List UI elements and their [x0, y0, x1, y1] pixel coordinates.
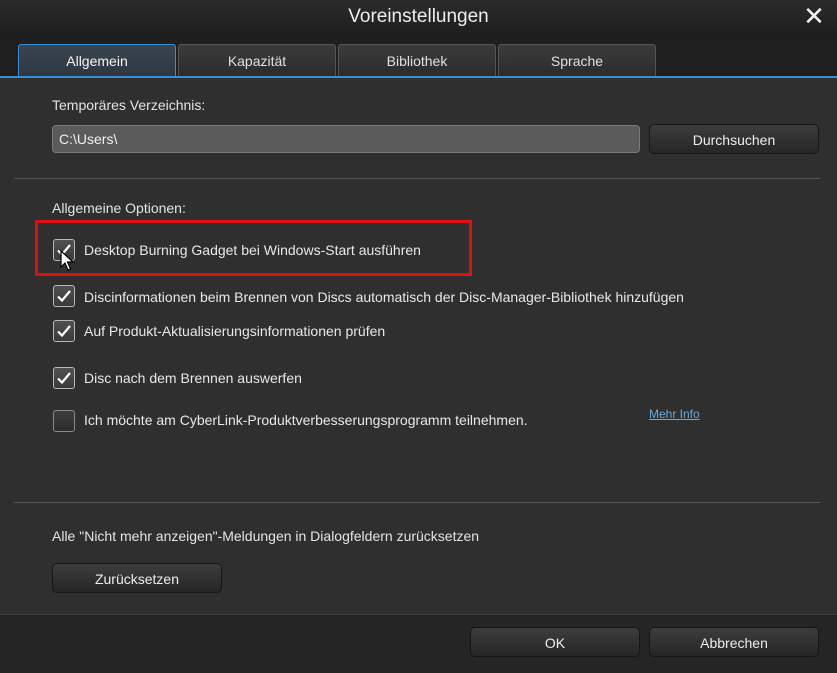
option-label-desktop-gadget: Desktop Burning Gadget bei Windows-Start… — [84, 242, 421, 258]
mouse-cursor-icon — [60, 250, 75, 271]
checkbox-disc-info[interactable] — [53, 285, 75, 307]
tab-bibliothek[interactable]: Bibliothek — [338, 44, 496, 76]
tab-allgemein[interactable]: Allgemein — [18, 44, 176, 76]
tab-sprache[interactable]: Sprache — [498, 44, 656, 76]
title-bar: Voreinstellungen ✕ — [0, 0, 837, 36]
option-label-disc-info: Discinformationen beim Brennen von Discs… — [84, 289, 684, 305]
ok-button[interactable]: OK — [470, 627, 640, 657]
checkmark-icon — [57, 290, 71, 303]
cancel-button[interactable]: Abbrechen — [649, 627, 819, 657]
reset-messages-label: Alle "Nicht mehr anzeigen"-Meldungen in … — [52, 528, 480, 544]
more-info-link[interactable]: Mehr Info — [649, 407, 700, 421]
checkbox-eject-disc[interactable] — [53, 367, 75, 389]
temp-dir-label: Temporäres Verzeichnis: — [52, 97, 206, 113]
temp-dir-input[interactable] — [52, 125, 640, 153]
tab-kapazitaet[interactable]: Kapazität — [178, 44, 336, 76]
general-options-heading: Allgemeine Optionen: — [52, 200, 186, 216]
tab-strip: Allgemein Kapazität Bibliothek Sprache — [0, 36, 837, 78]
divider — [14, 178, 820, 179]
close-icon[interactable]: ✕ — [801, 4, 827, 30]
option-label-improvement-program: Ich möchte am CyberLink-Produktverbesser… — [84, 412, 528, 428]
reset-button[interactable]: Zurücksetzen — [52, 563, 222, 593]
option-label-eject-disc: Disc nach dem Brennen auswerfen — [84, 370, 302, 386]
window-title: Voreinstellungen — [348, 6, 489, 27]
divider — [14, 502, 820, 503]
browse-button[interactable]: Durchsuchen — [649, 124, 819, 154]
option-label-update-check: Auf Produkt-Aktualisierungsinformationen… — [84, 323, 386, 339]
checkmark-icon — [57, 372, 71, 385]
checkbox-update-check[interactable] — [53, 320, 75, 342]
checkbox-improvement-program[interactable] — [53, 410, 75, 432]
checkmark-icon — [57, 325, 71, 338]
